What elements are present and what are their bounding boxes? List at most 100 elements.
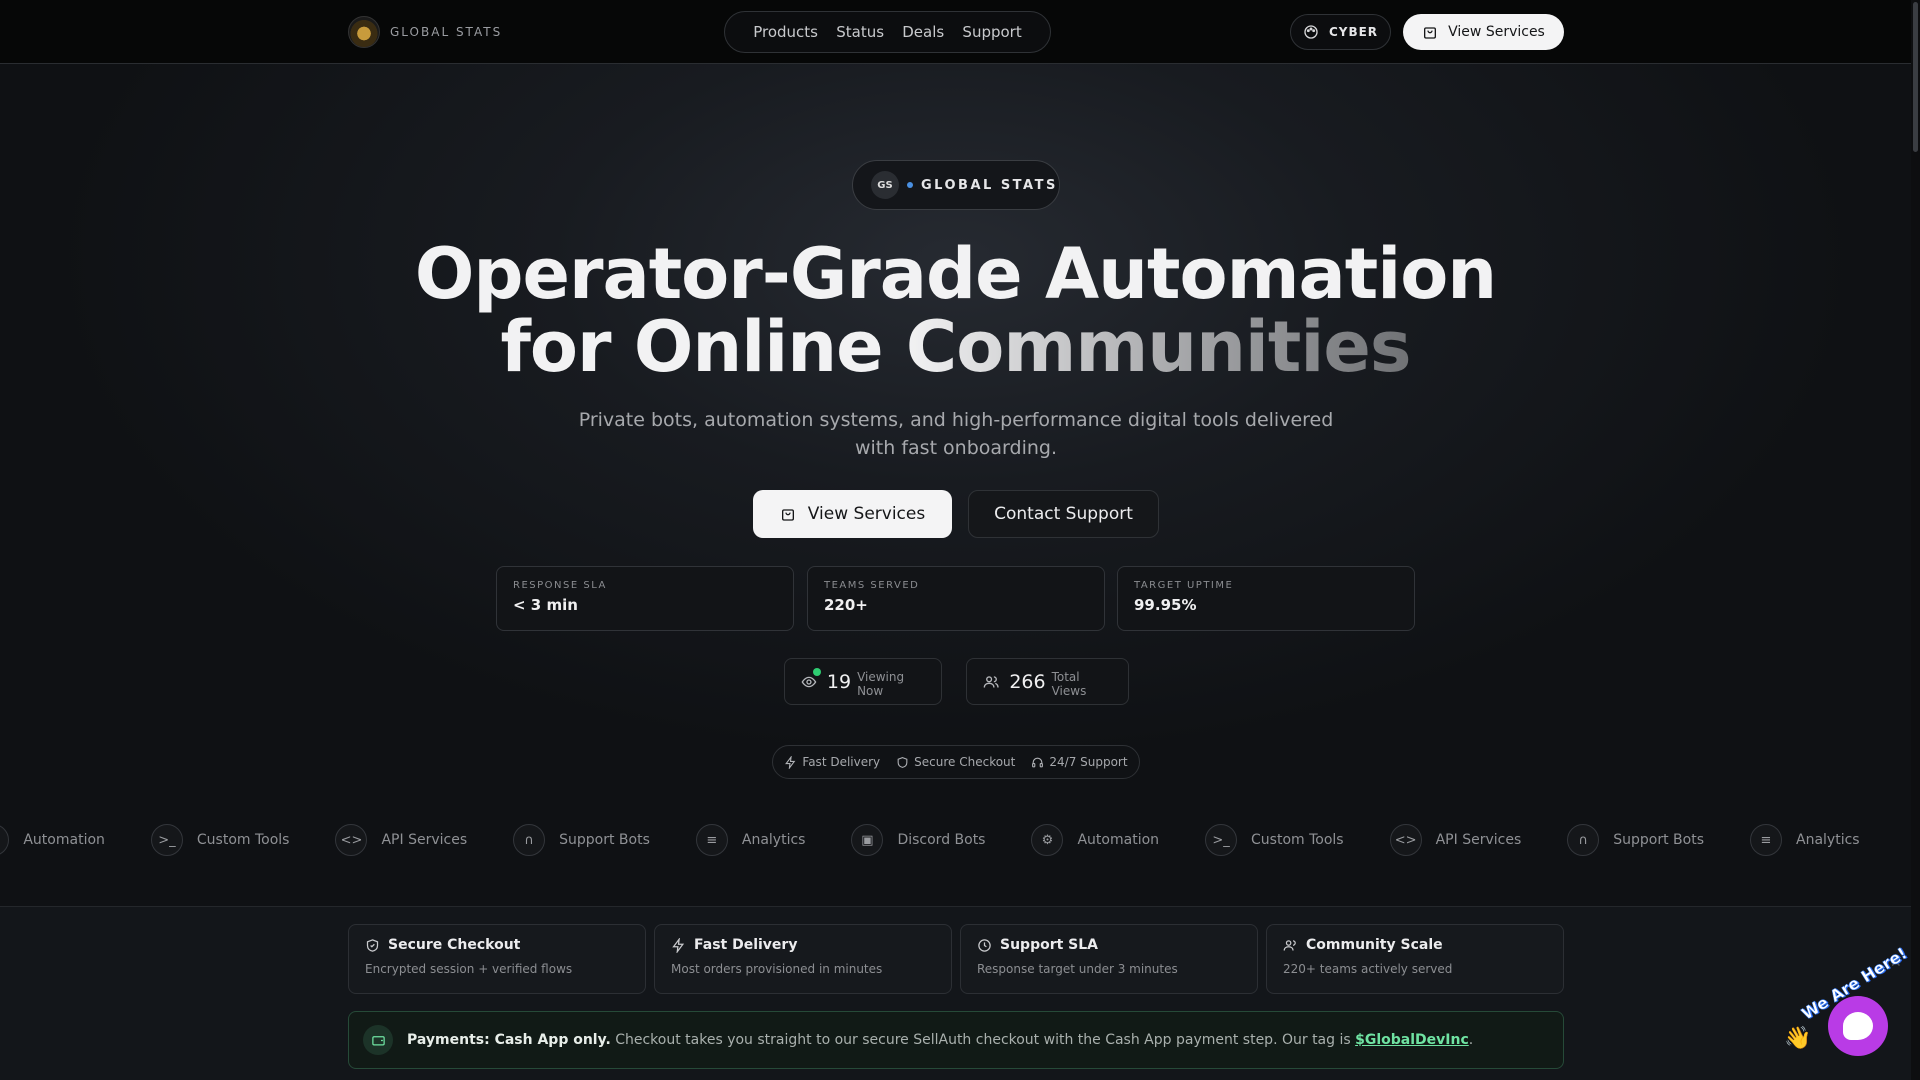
- marquee-label: Analytics: [741, 832, 806, 848]
- chat-widget[interactable]: We Are Here! 👋: [1784, 943, 1911, 1070]
- top-navbar: GLOBAL STATS Products Status Deals Suppo…: [0, 0, 1911, 64]
- badge-text: GLOBAL STATS: [921, 177, 1058, 193]
- stat-value: 99.95%: [1134, 596, 1197, 614]
- marquee-label: API Services: [381, 832, 468, 848]
- wallet-icon: [363, 1025, 393, 1055]
- terminal-icon: >_: [1205, 824, 1238, 856]
- feature-title: Fast Delivery: [694, 937, 798, 953]
- feature-title: Community Scale: [1306, 937, 1443, 953]
- stat-card-response-sla: RESPONSE SLA < 3 min: [496, 566, 794, 631]
- feature-card-community-scale: Community Scale 220+ teams actively serv…: [1266, 924, 1564, 994]
- viewing-now-counter: 19 Viewing Now: [784, 658, 942, 705]
- headset-icon: [1032, 757, 1044, 767]
- trust-badges: Fast Delivery Secure Checkout 24/7 Suppo…: [772, 745, 1140, 779]
- viewing-now-count: 19: [826, 670, 852, 693]
- marquee-item: ∩ Support Bots: [1567, 824, 1704, 856]
- database-icon: ≡: [1750, 824, 1782, 856]
- theme-toggle-button[interactable]: CYBER: [1290, 14, 1391, 50]
- contact-support-button[interactable]: Contact Support: [968, 490, 1159, 538]
- marquee-item: <> API Services: [1389, 824, 1522, 856]
- marquee-item: ⚙ Automation: [0, 824, 105, 856]
- nav-link-support[interactable]: Support: [962, 23, 1021, 41]
- terminal-icon: >_: [150, 824, 183, 856]
- users-icon: [983, 675, 999, 688]
- trust-label: 24/7 Support: [1049, 755, 1128, 769]
- trust-support: 24/7 Support: [1031, 755, 1128, 769]
- payments-body: Checkout takes you straight to our secur…: [610, 1032, 1356, 1048]
- total-views-label: Total Views: [1051, 669, 1087, 698]
- nav-link-deals[interactable]: Deals: [902, 23, 944, 41]
- palette-icon: [1304, 25, 1318, 39]
- marquee-label: Automation: [1077, 832, 1160, 848]
- stat-label: TEAMS SERVED: [824, 580, 920, 591]
- badge-dot: [907, 182, 913, 188]
- bot-icon: ▣: [851, 824, 884, 856]
- headline-line-2a: for Online: [500, 306, 906, 388]
- brand-logo: [348, 16, 380, 48]
- code-icon: <>: [335, 824, 368, 856]
- nav-links: Products Status Deals Support: [724, 11, 1051, 53]
- payments-notice: Payments: Cash App only. Checkout takes …: [348, 1011, 1564, 1069]
- chat-bubble-icon: [1843, 1012, 1873, 1040]
- trust-secure-checkout: Secure Checkout: [896, 755, 1015, 769]
- code-icon: <>: [1389, 824, 1422, 856]
- total-views-count: 266: [1009, 670, 1046, 693]
- brand-badge: GS GLOBAL STATS: [852, 160, 1060, 210]
- cashtag-link[interactable]: $GlobalDevInc: [1355, 1032, 1469, 1048]
- stat-label: TARGET UPTIME: [1134, 580, 1234, 591]
- view-services-label: View Services: [807, 504, 926, 524]
- feature-desc: 220+ teams actively served: [1283, 962, 1453, 976]
- nav-link-status[interactable]: Status: [836, 23, 884, 41]
- headline-line-2b: Communities: [905, 306, 1412, 388]
- payments-text: Payments: Cash App only. Checkout takes …: [407, 1032, 1473, 1048]
- headset-icon: ∩: [513, 824, 546, 856]
- shield-check-icon: [366, 938, 379, 952]
- view-services-nav-button[interactable]: View Services: [1403, 14, 1564, 50]
- viewing-now-label: Viewing Now: [857, 669, 905, 698]
- lightning-icon: [672, 937, 685, 953]
- marquee-label: Analytics: [1796, 832, 1860, 848]
- marquee-label: Custom Tools: [1251, 832, 1344, 848]
- clock-icon: [978, 938, 991, 952]
- gear-icon: ⚙: [1031, 824, 1064, 856]
- contact-support-label: Contact Support: [994, 504, 1133, 524]
- marquee-label: Discord Bots: [897, 832, 986, 848]
- stat-label: RESPONSE SLA: [513, 580, 607, 591]
- feature-title: Support SLA: [1000, 937, 1099, 953]
- theme-label: CYBER: [1328, 25, 1379, 39]
- payments-end: .: [1468, 1032, 1474, 1048]
- trust-label: Fast Delivery: [802, 755, 881, 769]
- scrollbar-thumb[interactable]: [1913, 2, 1918, 152]
- database-icon: ≡: [695, 824, 728, 856]
- marquee-item: ≡ Analytics: [1750, 824, 1860, 856]
- marquee-item: ⚙ Automation: [1031, 824, 1159, 856]
- shopping-bag-icon: [781, 509, 794, 521]
- headset-icon: ∩: [1567, 824, 1600, 856]
- feature-title: Secure Checkout: [388, 937, 521, 953]
- payments-lead: Payments: Cash App only.: [407, 1032, 611, 1048]
- brand-name: GLOBAL STATS: [390, 25, 503, 39]
- feature-desc: Response target under 3 minutes: [977, 962, 1178, 976]
- chat-launcher-button[interactable]: [1828, 996, 1888, 1056]
- marquee-item: <> API Services: [335, 824, 467, 856]
- marquee-item: ≡ Analytics: [695, 824, 806, 856]
- lightning-icon: [785, 755, 796, 769]
- headline-line-1: Operator-Grade Automation: [414, 233, 1497, 315]
- marquee-label: Custom Tools: [196, 832, 290, 848]
- nav-link-products[interactable]: Products: [753, 23, 818, 41]
- stat-card-teams-served: TEAMS SERVED 220+: [807, 566, 1105, 631]
- marquee-track: ots ⚙Automation >_Custom Tools <>API Ser…: [0, 824, 1860, 856]
- feature-card-secure-checkout: Secure Checkout Encrypted session + veri…: [348, 924, 646, 994]
- shield-icon: [897, 756, 908, 768]
- total-views-counter: 266 Total Views: [966, 658, 1129, 705]
- waving-hand-icon: 👋: [1784, 1026, 1812, 1051]
- brand-link[interactable]: GLOBAL STATS: [348, 16, 502, 48]
- view-services-button[interactable]: View Services: [753, 490, 952, 538]
- marquee-label: API Services: [1435, 832, 1522, 848]
- marquee-label: Automation: [23, 832, 105, 848]
- page-scrollbar[interactable]: [1911, 0, 1920, 1080]
- shopping-bag-icon: [1424, 27, 1437, 39]
- trust-label: Secure Checkout: [914, 755, 1016, 769]
- marquee-item: ∩ Support Bots: [513, 824, 650, 856]
- feature-card-fast-delivery: Fast Delivery Most orders provisioned in…: [654, 924, 952, 994]
